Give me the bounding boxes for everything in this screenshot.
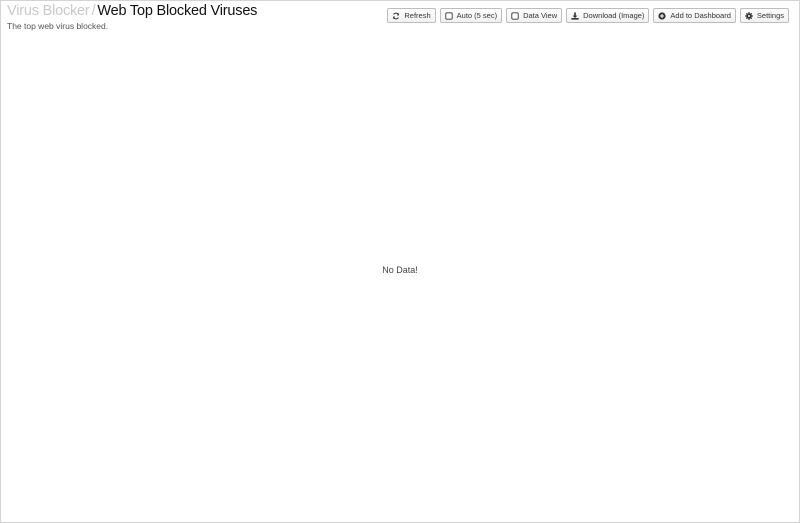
refresh-button[interactable]: Refresh	[387, 8, 436, 23]
plus-circle-icon	[658, 11, 667, 20]
add-to-dashboard-button[interactable]: Add to Dashboard	[653, 8, 736, 23]
data-view-label: Data View	[523, 11, 558, 20]
page-title: Web Top Blocked Viruses	[97, 3, 258, 19]
gear-icon	[745, 11, 753, 20]
download-image-label: Download (Image)	[583, 11, 645, 20]
chart-empty-message: No Data!	[382, 265, 418, 275]
data-view-toggle[interactable]: Data View	[506, 8, 563, 23]
settings-button-label: Settings	[756, 11, 784, 20]
breadcrumb-parent[interactable]: Virus Blocker	[7, 3, 90, 19]
auto-refresh-toggle[interactable]: Auto (5 sec)	[439, 8, 503, 23]
breadcrumb: Virus Blocker / Web Top Blocked Viruses	[7, 3, 257, 20]
settings-button[interactable]: Settings	[739, 8, 789, 23]
download-icon	[571, 11, 579, 20]
report-toolbar: Refresh Auto (5 sec) Data View Download …	[387, 8, 789, 23]
refresh-button-label: Refresh	[404, 11, 431, 20]
page-subtitle: The top web virus blocked.	[7, 21, 109, 31]
refresh-icon	[392, 12, 400, 20]
report-header: Virus Blocker / Web Top Blocked Viruses Th…	[7, 3, 257, 31]
auto-refresh-label: Auto (5 sec)	[456, 11, 498, 20]
add-to-dashboard-label: Add to Dashboard	[670, 11, 731, 20]
checkbox-icon	[445, 11, 453, 20]
download-image-button[interactable]: Download (Image)	[566, 8, 650, 23]
checkbox-icon	[511, 11, 519, 20]
breadcrumb-separator: /	[91, 3, 96, 19]
report-panel: Virus Blocker / Web Top Blocked Viruses Th…	[0, 0, 800, 523]
